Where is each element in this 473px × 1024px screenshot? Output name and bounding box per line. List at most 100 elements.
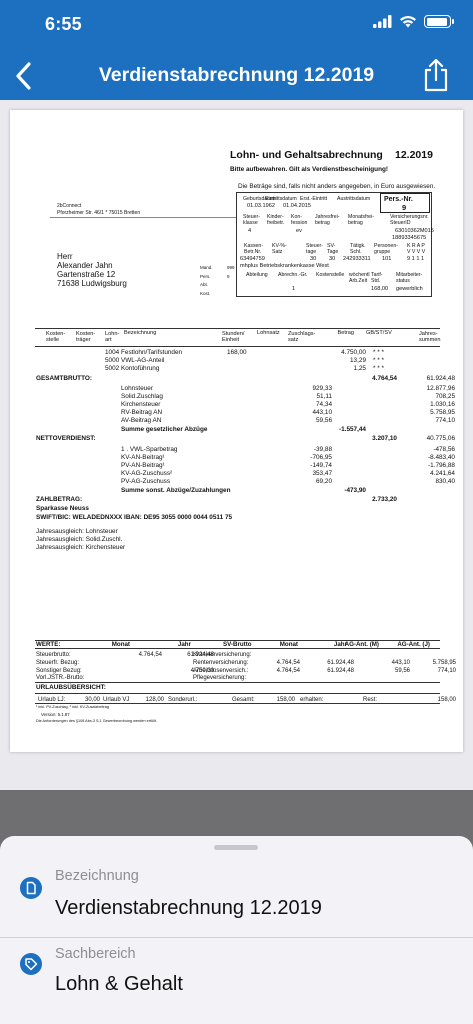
info-header: Abteilung (246, 272, 268, 278)
payslip-note: Bitte aufbewahren. Gilt als Verdienstbes… (230, 166, 389, 173)
other-sum: -473,90 (344, 486, 366, 494)
info-header: Monatsfrei- betrag (348, 214, 374, 226)
column-header: Lohnsatz (257, 330, 280, 336)
other-value: 353,47 (312, 470, 332, 478)
column-header: GB/ST/SV (366, 330, 392, 336)
deduction-year: 5.758,95 (430, 409, 455, 417)
gross-year: 61.924,48 (426, 374, 455, 382)
info-value: 168,00 (371, 286, 389, 292)
info-header: Eintrittsdatum (265, 196, 297, 202)
other-label: KV-AG-Zuschuss² (121, 470, 173, 478)
status-time: 6:55 (45, 14, 82, 34)
earning-flags: * * * (373, 349, 385, 356)
version: Version: 5.1.87 (41, 712, 70, 717)
deduction-label: Solid.Zuschlag (121, 392, 163, 400)
earning-flags: * * * (373, 357, 385, 365)
page-title: Verdienstabrechnung 12.2019 (98, 64, 375, 86)
other-value: -149,74 (310, 462, 332, 469)
document-icon (20, 877, 42, 899)
earning-hours: 168,00 (227, 349, 247, 356)
summary-cell: 443,10 (391, 659, 410, 666)
summary-cell: 5.758,95 (432, 659, 456, 666)
info-header: SV- Tage (327, 243, 339, 255)
signal-icon (373, 15, 392, 28)
info-value: 4 (248, 228, 252, 234)
field-bezeichnung[interactable]: Bezeichnung Verdienstabrechnung 12.2019 (0, 868, 473, 934)
info-header: Tätigk. Schl. (350, 243, 366, 255)
info-header: Kassen- Betr.Nr. (244, 243, 264, 255)
column-header: Kosten- träger (76, 331, 96, 344)
bank-name: Sparkasse Neuss (36, 504, 89, 512)
summary-cell: Vorl.JSTR.-Brutto: (36, 675, 85, 682)
sender-name: 2bConnect (57, 203, 82, 209)
recipient-salutation: Herr (57, 252, 73, 261)
wifi-icon (400, 16, 416, 28)
deduction-label: Lohnsteuer (121, 384, 153, 392)
info-value: 63010362M015 (395, 228, 434, 234)
field-sachbereich[interactable]: Sachbereich Lohn & Gehalt (0, 946, 473, 1016)
payout-amount: 2.733,20 (372, 495, 397, 503)
status-icons (373, 15, 454, 28)
summary-cell: Krankenversicherung: (193, 652, 252, 658)
field-value: Verdienstabrechnung 12.2019 (55, 897, 322, 919)
sheet-grabber[interactable] (214, 845, 258, 850)
deduction-value: 929,33 (312, 384, 332, 392)
other-year: 4.241,64 (430, 470, 455, 478)
other-year: -1.796,88 (427, 462, 455, 469)
other-value: 69,20 (316, 478, 332, 486)
health-insurer: mhplus Betriebskrankenkasse West (240, 263, 329, 269)
field-label: Bezeichnung (55, 868, 139, 884)
payslip-period: 12.2019 (395, 149, 433, 161)
info-value: 30 (329, 256, 336, 262)
earning-label: 5002 Kontoführung (105, 365, 160, 373)
currency-note: Die Beträge sind, falls nicht anders ang… (238, 183, 436, 190)
summary-cell: Arbeitslosenversich.: (193, 667, 249, 674)
navigation-bar: 6:55 Verdienstabrechnung 12.2019 (0, 0, 473, 100)
info-value: 01.04.2015 (283, 203, 311, 209)
info-value: 9 1 1 1 (407, 256, 425, 262)
other-value: -39,88 (313, 445, 332, 453)
summary-cell: Sonstiger Bezug: (36, 667, 82, 674)
other-year: -8.483,40 (427, 453, 455, 461)
info-header: Abrechn.-Gr. (278, 272, 308, 278)
tag-icon (20, 953, 42, 975)
deduction-value: 74,34 (316, 401, 332, 408)
pers-nr-label: Pers.-Nr. (384, 196, 413, 203)
side-label: Mand. (200, 265, 213, 270)
info-value: 63494759 (240, 256, 265, 262)
vacation-title: URLAUBSÜBERSICHT: (36, 684, 106, 691)
info-value: gewerblich (396, 286, 423, 292)
info-header: Austrittsdatum (337, 196, 371, 202)
info-header: Kostenstelle (316, 272, 345, 278)
info-value: 242933311 (343, 256, 371, 262)
deduction-year: 774,10 (435, 417, 455, 425)
other-label: PV-AG-Zuschuss (121, 478, 171, 486)
earning-amount: 13,29 (350, 357, 366, 365)
share-icon[interactable] (422, 58, 450, 92)
pers-nr-value: 9 (402, 203, 407, 212)
sender-address: Pforzheimer Str. 46/1 * 75015 Bretten (57, 210, 141, 216)
footnote: ¹ inkl. PV-Zuschlag, ² inkl. KV-Zusatzbe… (36, 705, 110, 709)
info-header: KV-%- Satz (272, 243, 287, 255)
summary-cell: 61.924,48 (327, 667, 354, 674)
other-label: PV-AN-Beitrag¹ (121, 462, 165, 469)
gross-label: GESAMTBRUTTO: (36, 374, 92, 382)
other-label: 1 . VWL-Sparbetrag (121, 445, 178, 453)
summary-cell: 59,56 (394, 667, 410, 674)
payout-label: ZAHLBETRAG: (36, 495, 83, 503)
info-header: Mitarbeiter- status (396, 272, 423, 284)
side-value: 999 (227, 265, 235, 270)
info-value: 30 (310, 256, 317, 262)
other-year: 830,40 (435, 478, 455, 486)
deduction-value: 51,11 (316, 392, 332, 400)
iban-line: SWIFT/BIC: WELADEDNXXX IBAN: DE95 3055 0… (36, 513, 233, 521)
deduction-year: 1.030,16 (430, 401, 455, 408)
payslip-page[interactable]: Lohn- und Gehaltsabrechnung 12.2019 Bitt… (10, 110, 463, 752)
earning-amount: 4.750,00 (341, 349, 366, 356)
deduction-label: AV-Beitrag AN (121, 417, 162, 425)
summary-cell: Rentenversicherung: (193, 659, 249, 666)
side-label: Kost. (200, 290, 211, 296)
earning-label: 5000 VWL-AG-Anteil (105, 357, 165, 365)
info-value: ev (296, 228, 302, 234)
info-header: Erst.-Eintritt (300, 196, 328, 202)
